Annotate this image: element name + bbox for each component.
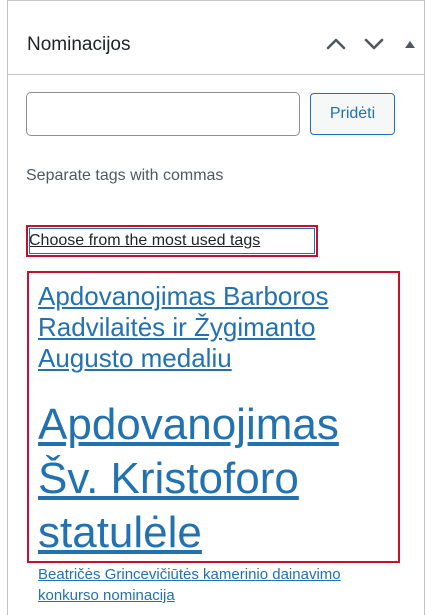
most-used-tags-link[interactable]: Choose from the most used tags <box>26 225 318 257</box>
tag-cloud-link[interactable]: Apdovanojimas Šv. Kristoforo statulėle <box>38 398 388 560</box>
tags-metabox: Nominacijos Pridėti Separate tags with c… <box>7 0 425 615</box>
new-tag-input[interactable] <box>26 92 300 136</box>
metabox-header: Nominacijos <box>8 1 424 75</box>
metabox-title: Nominacijos <box>27 34 131 55</box>
move-down-button[interactable] <box>360 29 388 59</box>
toggle-panel-button[interactable] <box>402 29 418 59</box>
chevron-down-icon <box>364 38 384 50</box>
move-up-button[interactable] <box>322 29 350 59</box>
tag-cloud-link[interactable]: Apdovanojimas Barboros Radvilaitės ir Žy… <box>38 281 388 374</box>
tag-hint-text: Separate tags with commas <box>26 167 224 184</box>
triangle-up-icon <box>405 40 415 48</box>
chevron-up-icon <box>326 38 346 50</box>
add-tag-button[interactable]: Pridėti <box>310 93 395 135</box>
tag-cloud-link[interactable]: Beatričės Grincevičiūtės kamerinio daina… <box>38 564 388 606</box>
